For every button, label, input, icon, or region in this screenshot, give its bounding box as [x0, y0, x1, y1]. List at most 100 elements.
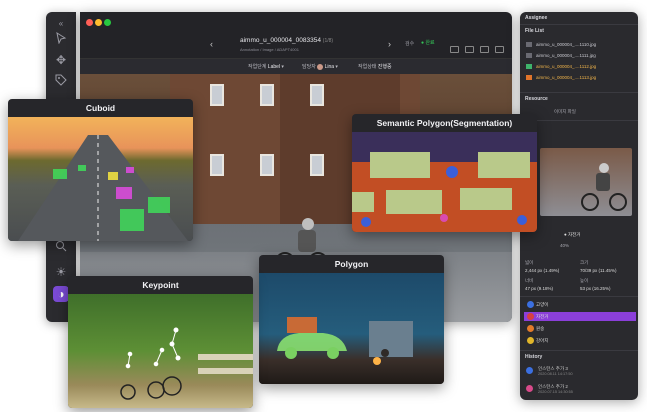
resource-title: Resource [525, 96, 548, 102]
history-date: 2020.07.15 14:30:55 [538, 390, 573, 394]
prev-image-button[interactable]: ‹ [210, 39, 213, 49]
cyclists-scene [120, 327, 253, 400]
review-status-text: 완료 [425, 40, 435, 46]
class-item[interactable]: 강아지 [524, 336, 636, 345]
class-item[interactable]: 고양이 [524, 300, 636, 309]
class-color-dot [527, 325, 534, 332]
cuboid-title: Cuboid [85, 103, 116, 113]
zoom-icon[interactable] [53, 240, 69, 256]
file-item[interactable]: aimmo_u_000004_....1110.jpg [526, 40, 634, 49]
fit-icon[interactable] [465, 46, 474, 53]
image-icon [526, 42, 532, 48]
history-dot [526, 385, 533, 392]
review-status-badge: ● 완료 [421, 40, 435, 46]
file-path: Annotation / Image / ADAPT4001 [240, 47, 299, 52]
file-item[interactable]: aimmo_u_000004_....1113.jpg [526, 73, 634, 82]
save-icon[interactable] [450, 46, 459, 53]
cuboid-image [8, 117, 193, 241]
brightness-icon[interactable]: ☀ [53, 264, 69, 280]
window-pane [210, 84, 224, 106]
progress-info[interactable]: 작업상태 진행중 [358, 63, 392, 70]
image-icon [526, 75, 532, 81]
file-item[interactable]: aimmo_u_000004_....1111.jpg [526, 51, 634, 60]
minimize-dot[interactable] [95, 19, 102, 26]
file-item-selected[interactable]: aimmo_u_000004_....1112.jpg [526, 62, 634, 71]
assignee-title: Assignee [525, 15, 548, 21]
selected-class-name: 자전거 [567, 232, 581, 237]
image-icon [526, 53, 532, 59]
window-pane [210, 154, 224, 176]
class-name: 강아지 [536, 338, 549, 343]
class-color-dot [527, 337, 534, 344]
divider [520, 350, 638, 351]
history-item[interactable]: 인스턴스 추가 3 2020.08.11 14:17:50 [526, 366, 573, 376]
work-info-bar: 작업단계 Label ▾ 담당자 Lina ▾ 작업상태 진행중 [80, 58, 512, 74]
maximize-dot[interactable] [104, 19, 111, 26]
file-item-name: aimmo_u_000004_....1112.jpg [536, 64, 597, 69]
contrast-icon[interactable]: ◑ [53, 286, 69, 302]
keypoint-image [68, 294, 253, 408]
window-pane [310, 154, 324, 176]
cuboid-card: Cuboid [8, 99, 193, 241]
progress-label: 작업상태 [358, 64, 377, 70]
next-image-button[interactable]: › [388, 39, 391, 49]
polygon-card: Polygon [259, 255, 444, 384]
stat-label: 넓이 [525, 260, 534, 265]
avatar [317, 63, 324, 70]
highway-scene [18, 135, 188, 241]
frame-count: (1/8) [322, 38, 334, 44]
polygon-image [259, 273, 444, 384]
right-panel: Assignee File List aimmo_u_000004_....11… [520, 12, 638, 400]
selected-class: ● 자전거 [564, 232, 581, 237]
cyclist-preview [581, 163, 627, 211]
class-item[interactable]: 원숭 [524, 324, 636, 333]
polygon-title: Polygon [334, 259, 369, 269]
semantic-image [352, 132, 537, 232]
class-name: 자전거 [536, 314, 549, 319]
file-list-title: File List [525, 28, 544, 34]
divider [520, 120, 638, 121]
tag-icon[interactable] [53, 74, 69, 90]
class-color-dot [527, 301, 534, 308]
stat-label: 크기 [580, 260, 589, 265]
review-label: 검수 [405, 41, 415, 47]
stat-label: 높이 [580, 278, 589, 283]
divider [520, 24, 638, 25]
keypoint-title: Keypoint [142, 280, 179, 290]
stat-label: 너비 [525, 278, 534, 283]
semantic-title: Semantic Polygon(Segmentation) [376, 118, 513, 128]
window-pane [260, 154, 274, 176]
history-date: 2020.08.11 14:17:50 [538, 372, 573, 376]
segmentation-scene [352, 132, 537, 227]
image-icon [526, 64, 532, 70]
close-dot[interactable] [86, 19, 93, 26]
window-pane [310, 84, 324, 106]
semantic-polygon-card: Semantic Polygon(Segmentation) [352, 114, 537, 232]
class-item-selected[interactable]: 자전거 [524, 312, 636, 321]
worker-info[interactable]: 담당자 Lina ▾ [302, 63, 338, 70]
stage-info[interactable]: 작업단계 Label ▾ [248, 63, 284, 70]
stage-value: Label [267, 64, 281, 70]
divider [520, 92, 638, 93]
exit-icon[interactable] [495, 46, 504, 53]
move-icon[interactable]: ✥ [53, 52, 69, 68]
keyboard-icon[interactable] [480, 46, 489, 53]
file-item-name: aimmo_u_000004_....1111.jpg [536, 53, 596, 58]
window-pane [260, 84, 274, 106]
top-tools [450, 40, 510, 58]
stat-value: 47 px (9.18%) [525, 286, 554, 291]
collapse-icon[interactable]: « [53, 16, 69, 32]
class-color-dot [527, 313, 534, 320]
cursor-icon[interactable] [53, 31, 69, 48]
resource-row: 이미지 파일 [554, 109, 576, 114]
class-name: 고양이 [536, 302, 549, 307]
stat-value: 2,444 px (1.49%) [525, 268, 560, 273]
stage-label: 작업단계 [248, 64, 267, 70]
file-name: aimmo_u_000004_0083354 [240, 37, 321, 44]
history-dot [526, 367, 533, 374]
file-item-name: aimmo_u_000004_....1113.jpg [536, 75, 597, 80]
worker-label: 담당자 [302, 64, 316, 70]
worker-value: Lina [324, 64, 335, 70]
history-item[interactable]: 인스턴스 추가 2 2020.07.15 14:30:55 [526, 384, 573, 394]
camping-scene [277, 317, 413, 365]
